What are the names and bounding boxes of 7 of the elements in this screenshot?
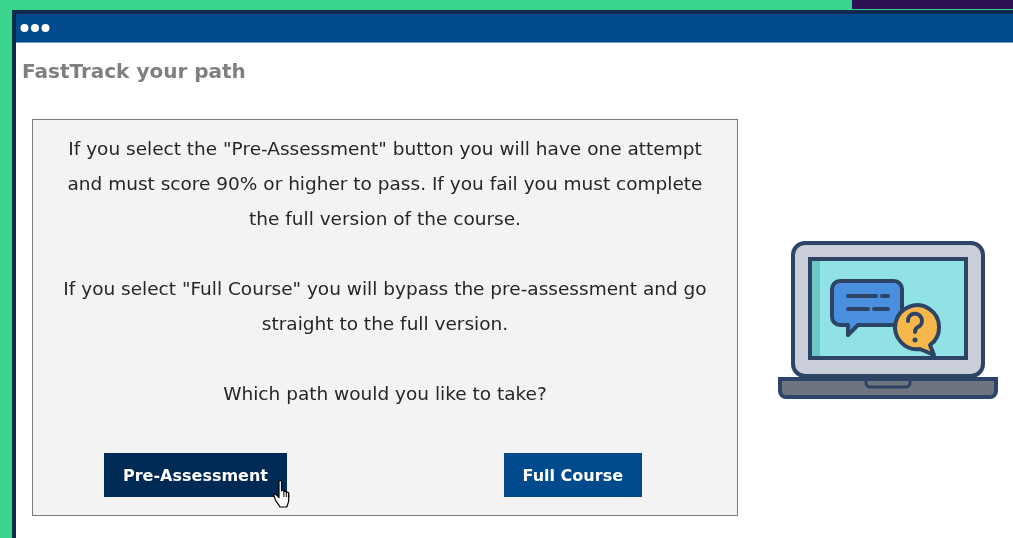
- dots-icon: [20, 23, 50, 33]
- window-title: FastTrack your path: [22, 59, 247, 83]
- message-text: If you select the "Pre-Assessment" button you will have one attempt and must score 90% or higher to pass. If you fail you must complete the full version of the course.: [66, 137, 704, 231]
- path-button[interactable]: Pre-Assessment: [104, 453, 287, 497]
- question-text: Which path would you like to take?: [222, 382, 548, 406]
- path-button[interactable]: Full Course: [503, 453, 642, 497]
- message-text: If you select "Full Course" you will bypass the pre-assessment and go straight to the full version.: [62, 277, 708, 336]
